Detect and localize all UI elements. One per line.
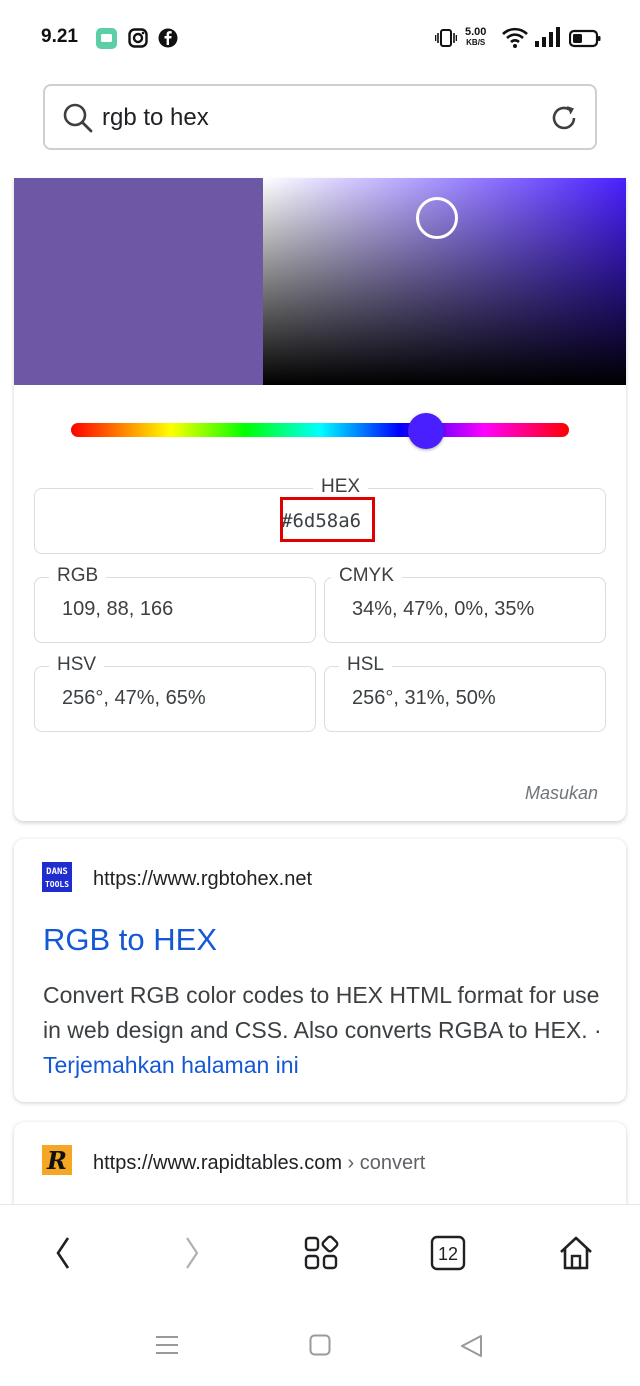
feedback-link[interactable]: Masukan xyxy=(525,783,598,804)
result-url[interactable]: https://www.rgbtohex.net xyxy=(93,868,312,891)
hex-highlight-box xyxy=(280,497,375,542)
recent-apps-icon[interactable] xyxy=(155,1334,179,1361)
hex-label: HEX xyxy=(313,476,369,498)
search-query: rgb to hex xyxy=(102,104,209,131)
status-time: 9.21 xyxy=(41,26,78,47)
wifi-icon xyxy=(502,27,528,54)
hsl-label: HSL xyxy=(339,654,392,676)
result-url[interactable]: https://www.rapidtables.com › convert xyxy=(93,1152,425,1175)
status-bar: 9.21 5.00 KB/S xyxy=(0,0,640,78)
signal-icon xyxy=(535,27,560,54)
cmyk-value[interactable]: 34%, 47%, 0%, 35% xyxy=(352,598,534,621)
tabs-button[interactable]: 12 xyxy=(428,1233,468,1273)
home-icon[interactable] xyxy=(556,1233,596,1273)
rgb-value[interactable]: 109, 88, 166 xyxy=(62,598,173,621)
translate-link[interactable]: Terjemahkan halaman ini xyxy=(43,1052,299,1078)
network-speed: 5.00 KB/S xyxy=(465,26,487,48)
search-icon xyxy=(63,103,93,138)
battery-icon xyxy=(568,27,601,54)
instagram-icon xyxy=(128,28,149,49)
saturation-value-handle[interactable] xyxy=(416,197,458,239)
svg-text:12: 12 xyxy=(438,1244,458,1264)
hsl-field[interactable]: HSL 256°, 31%, 50% xyxy=(324,654,606,732)
result-title[interactable]: RGB to HEX xyxy=(43,922,217,958)
rgbtohex-favicon: DANS TOOLS xyxy=(42,862,72,892)
search-result[interactable]: DANS TOOLS https://www.rgbtohex.net RGB … xyxy=(14,839,626,1102)
color-picker-card: HEX #6d58a6 RGB 109, 88, 166 CMYK 34%, 4… xyxy=(14,178,626,821)
hue-slider-handle[interactable] xyxy=(408,413,444,449)
back-icon[interactable] xyxy=(44,1233,84,1273)
forward-icon[interactable] xyxy=(171,1233,211,1273)
cmyk-field[interactable]: CMYK 34%, 47%, 0%, 35% xyxy=(324,565,606,643)
hsv-field[interactable]: HSV 256°, 47%, 65% xyxy=(34,654,316,732)
hue-slider[interactable] xyxy=(71,423,569,437)
system-navigation-bar xyxy=(0,1300,640,1386)
system-back-icon[interactable] xyxy=(459,1334,483,1363)
vibrate-icon xyxy=(434,27,458,54)
system-home-icon[interactable] xyxy=(309,1334,331,1361)
rapidtables-favicon: R xyxy=(42,1145,72,1175)
search-bar: rgb to hex xyxy=(0,78,640,174)
rgb-field[interactable]: RGB 109, 88, 166 xyxy=(34,565,316,643)
facebook-icon xyxy=(158,28,179,49)
hsl-value[interactable]: 256°, 31%, 50% xyxy=(352,687,496,710)
svg-text:DANS: DANS xyxy=(46,867,68,877)
hsv-value[interactable]: 256°, 47%, 65% xyxy=(62,687,206,710)
hsv-label: HSV xyxy=(49,654,105,676)
chat-app-icon xyxy=(96,28,117,49)
search-result[interactable]: R https://www.rapidtables.com › convert xyxy=(14,1122,626,1212)
result-snippet: Convert RGB color codes to HEX HTML form… xyxy=(43,982,602,1078)
browser-toolbar: 12 xyxy=(0,1204,640,1300)
rgb-label: RGB xyxy=(49,565,107,587)
svg-text:R: R xyxy=(46,1146,67,1175)
color-swatch xyxy=(14,178,263,385)
saturation-value-picker[interactable] xyxy=(263,178,626,385)
svg-text:TOOLS: TOOLS xyxy=(45,880,69,889)
reload-icon[interactable] xyxy=(549,103,579,138)
cmyk-label: CMYK xyxy=(331,565,402,587)
search-input[interactable]: rgb to hex xyxy=(43,84,597,150)
menu-grid-icon[interactable] xyxy=(301,1233,341,1273)
